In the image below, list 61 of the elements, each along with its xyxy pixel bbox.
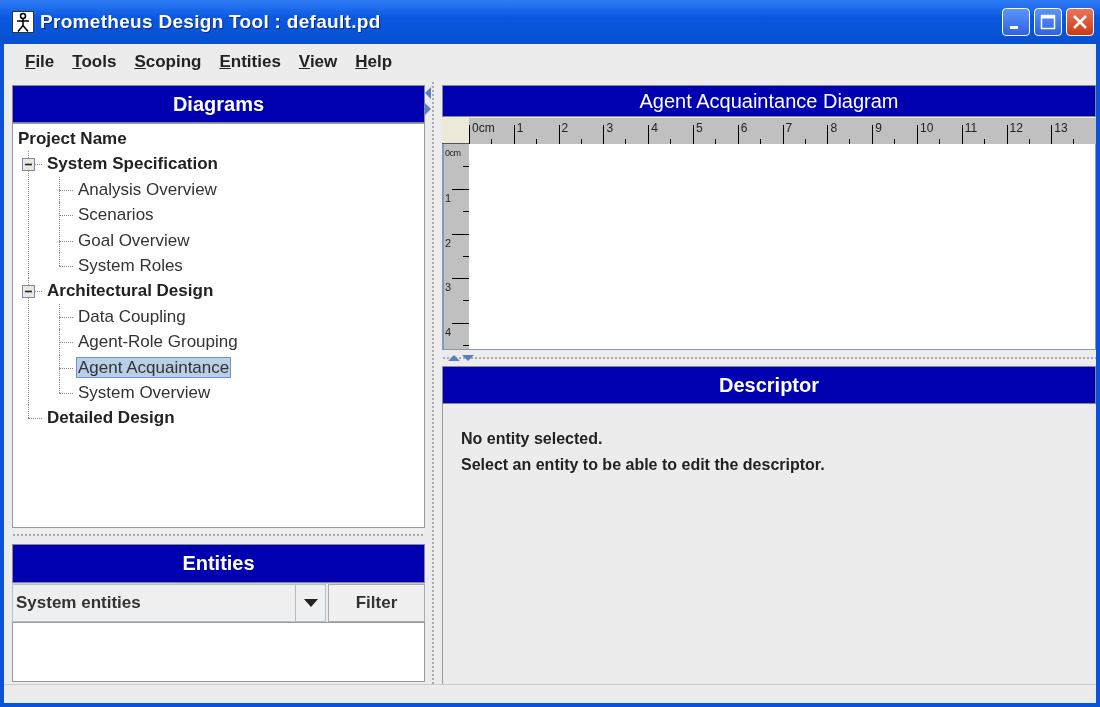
tree-item[interactable]: Agent-Role Grouping (76, 331, 240, 353)
panel-title: Agent Acquaintance Diagram (442, 85, 1096, 117)
tree-item[interactable]: Data Coupling (76, 305, 188, 327)
ruler-label: 1 (445, 191, 452, 204)
ruler-label: 2 (445, 236, 452, 249)
ruler-label: 2 (561, 122, 569, 135)
window-title: Prometheus Design Tool : default.pd (40, 9, 381, 34)
tree-item[interactable]: Scenarios (76, 204, 156, 226)
ruler-label: 12 (1009, 122, 1023, 135)
tree-item[interactable]: System Specification (45, 153, 220, 175)
close-button[interactable] (1066, 8, 1094, 36)
ruler-label: 9 (875, 122, 882, 135)
menu-item[interactable]: Entities (214, 49, 286, 75)
tree-item[interactable]: System Overview (76, 382, 213, 404)
menu-item[interactable]: Help (350, 49, 398, 75)
ruler-label: 8 (830, 122, 838, 135)
maximize-icon (1040, 14, 1056, 30)
ruler-label: 6 (740, 122, 748, 135)
app-icon (12, 11, 34, 33)
close-icon (1072, 14, 1088, 30)
ruler-label: 13 (1054, 122, 1068, 135)
tree-item[interactable]: Analysis Overview (76, 178, 219, 200)
panel-title: Descriptor (442, 366, 1096, 404)
ruler-label: 0cm (445, 147, 461, 159)
left-arrow-icon[interactable] (425, 87, 431, 99)
collapse-toggle[interactable] (22, 158, 35, 172)
ruler-label: 4 (651, 122, 658, 135)
ruler-label: 7 (785, 122, 793, 135)
panel-title: Entities (12, 544, 425, 583)
tree-item[interactable]: System Roles (76, 255, 185, 277)
ruler-label: 3 (606, 122, 614, 135)
panel-title: Diagrams (12, 85, 425, 123)
minimize-button[interactable] (1002, 8, 1030, 36)
collapse-toggle[interactable] (22, 285, 35, 299)
tree-item[interactable]: Architectural Design (45, 280, 216, 302)
menu-item[interactable]: Scoping (129, 49, 207, 75)
ruler-corner (442, 118, 469, 144)
tree-item[interactable]: Project Name (16, 128, 129, 149)
maximize-button[interactable] (1034, 8, 1062, 36)
ruler-label: 1 (516, 122, 524, 135)
ruler-label: 4 (445, 326, 452, 339)
caret-icon (303, 599, 318, 607)
tree-item[interactable]: Detailed Design (45, 407, 177, 429)
menu-item[interactable]: View (293, 49, 343, 75)
tree-item[interactable]: Goal Overview (76, 229, 192, 251)
up-arrow-icon[interactable] (448, 355, 460, 361)
tree-item[interactable]: Agent Acquaintance (76, 356, 232, 378)
menu-item[interactable]: File (20, 49, 60, 75)
down-arrow-icon[interactable] (462, 355, 474, 361)
entity-type-dropdown[interactable]: System entities (12, 584, 326, 622)
menu-item[interactable]: Tools (67, 49, 122, 75)
ruler-label: 11 (964, 122, 978, 135)
filter-button[interactable]: Filter (328, 584, 425, 622)
ruler-label: 3 (445, 281, 452, 294)
ruler-label: 5 (696, 122, 703, 135)
minimize-icon (1010, 25, 1018, 29)
ruler-label: 10 (919, 122, 934, 135)
right-arrow-icon[interactable] (425, 103, 431, 115)
ruler-label: 0cm (472, 122, 495, 135)
descriptor-message: No entity selected. (461, 429, 604, 449)
descriptor-message: Select an entity to be able to edit the descriptor. (461, 455, 826, 475)
